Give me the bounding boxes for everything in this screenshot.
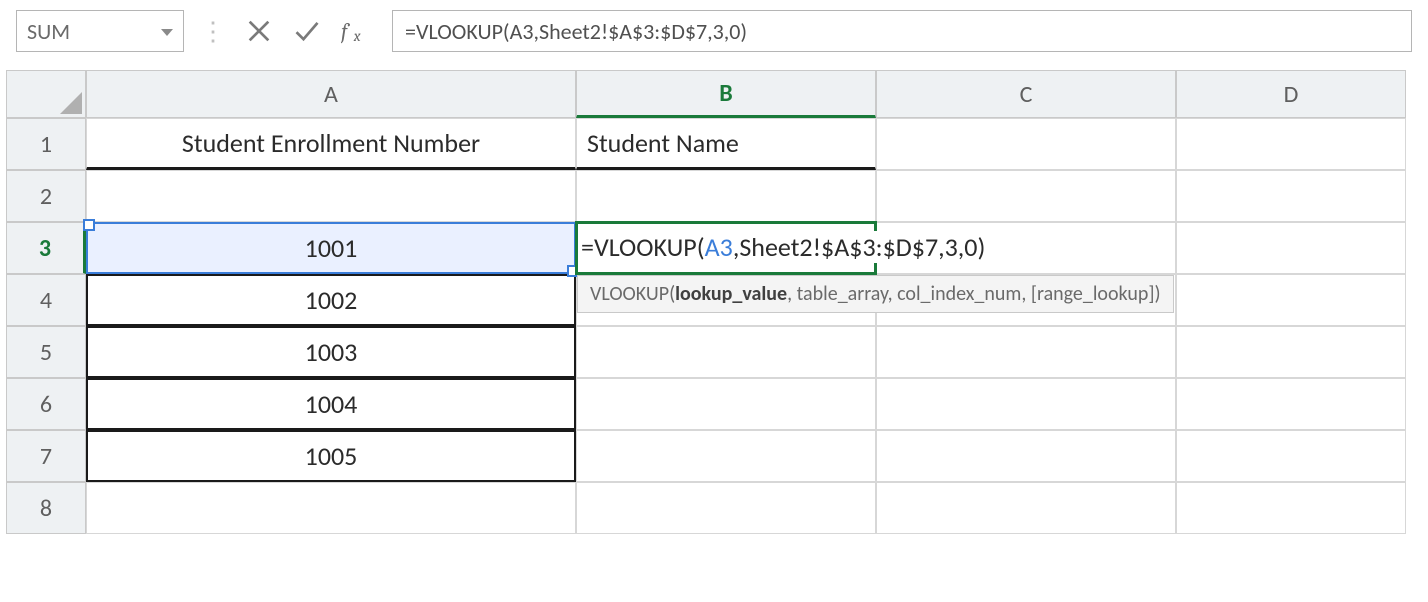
formula-bar: SUM ⋮ f x =VLOOKUP(A3,Sheet2!$A$3:$D$7,3… xyxy=(6,6,1422,70)
svg-text:f: f xyxy=(341,19,350,45)
fx-icon[interactable]: f x xyxy=(338,16,378,46)
cell-D3[interactable] xyxy=(1176,222,1406,274)
row-header-3[interactable]: 3 xyxy=(6,222,86,274)
cell-B3[interactable]: =VLOOKUP(A3,Sheet2!$A$3:$D$7,3,0) VLOOKU… xyxy=(576,222,876,274)
cell-D4[interactable] xyxy=(1176,274,1406,326)
cell-D7[interactable] xyxy=(1176,430,1406,482)
cell-A1[interactable]: Student Enrollment Number xyxy=(86,118,576,170)
cell-B8[interactable] xyxy=(576,482,876,534)
cell-C6[interactable] xyxy=(876,378,1176,430)
col-header-C[interactable]: C xyxy=(876,70,1176,118)
col-header-A[interactable]: A xyxy=(86,70,576,118)
cell-A5[interactable]: 1003 xyxy=(86,326,576,378)
cell-C5[interactable] xyxy=(876,326,1176,378)
cell-A8[interactable] xyxy=(86,482,576,534)
cell-A2[interactable] xyxy=(86,170,576,222)
svg-text:x: x xyxy=(353,27,361,45)
row-header-7[interactable]: 7 xyxy=(6,430,86,482)
cell-D2[interactable] xyxy=(1176,170,1406,222)
cell-B1[interactable]: Student Name xyxy=(576,118,876,170)
cell-D8[interactable] xyxy=(1176,482,1406,534)
cell-D6[interactable] xyxy=(1176,378,1406,430)
col-header-D[interactable]: D xyxy=(1176,70,1406,118)
cell-C2[interactable] xyxy=(876,170,1176,222)
cell-D5[interactable] xyxy=(1176,326,1406,378)
cell-C8[interactable] xyxy=(876,482,1176,534)
cell-B3-editing-text: =VLOOKUP(A3,Sheet2!$A$3:$D$7,3,0) xyxy=(581,231,993,263)
name-box[interactable]: SUM xyxy=(16,10,184,52)
cell-B5[interactable] xyxy=(576,326,876,378)
row-header-5[interactable]: 5 xyxy=(6,326,86,378)
spreadsheet-grid: A B C D 1 Student Enrollment Number Stud… xyxy=(6,70,1422,534)
formula-input[interactable]: =VLOOKUP(A3,Sheet2!$A$3:$D$7,3,0) xyxy=(392,10,1412,52)
row-header-1[interactable]: 1 xyxy=(6,118,86,170)
cell-C1[interactable] xyxy=(876,118,1176,170)
row-header-6[interactable]: 6 xyxy=(6,378,86,430)
cell-A4[interactable]: 1002 xyxy=(86,274,576,326)
enter-icon[interactable] xyxy=(290,17,324,45)
cell-A7[interactable]: 1005 xyxy=(86,430,576,482)
separator: ⋮ xyxy=(200,15,226,47)
cancel-icon[interactable] xyxy=(242,17,276,45)
cell-B7[interactable] xyxy=(576,430,876,482)
select-all-corner[interactable] xyxy=(6,70,86,118)
cell-A6[interactable]: 1004 xyxy=(86,378,576,430)
function-tooltip[interactable]: VLOOKUP(lookup_value, table_array, col_i… xyxy=(577,275,1174,313)
cell-A3[interactable]: 1001 xyxy=(86,222,576,274)
cell-D1[interactable] xyxy=(1176,118,1406,170)
row-header-4[interactable]: 4 xyxy=(6,274,86,326)
row-header-2[interactable]: 2 xyxy=(6,170,86,222)
row-header-8[interactable]: 8 xyxy=(6,482,86,534)
cell-C7[interactable] xyxy=(876,430,1176,482)
cell-B2[interactable] xyxy=(576,170,876,222)
cell-B6[interactable] xyxy=(576,378,876,430)
col-header-B[interactable]: B xyxy=(576,70,876,118)
